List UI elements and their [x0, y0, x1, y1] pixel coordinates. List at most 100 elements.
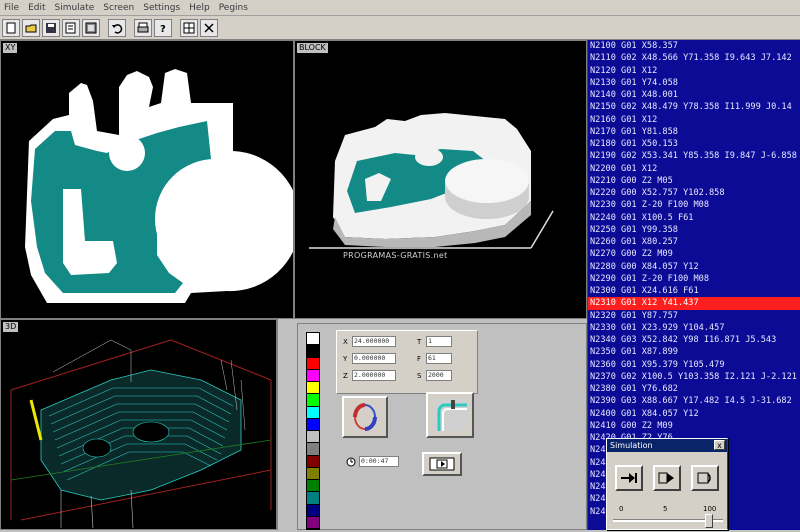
nc-line[interactable]: N2140 G01 X48.001: [588, 89, 800, 101]
step-icon: [621, 473, 637, 483]
part-block-3d-drawing: [309, 113, 554, 249]
color-swatch[interactable]: [307, 406, 319, 419]
time-field: 0:00:47: [359, 456, 399, 467]
nc-line[interactable]: N2320 G01 Y87.757: [588, 310, 800, 322]
nc-line[interactable]: N2290 G01 Z-20 F100 M08: [588, 273, 800, 285]
nc-line[interactable]: N2200 G01 X12: [588, 163, 800, 175]
t-value-field: 1: [426, 336, 452, 347]
nc-line[interactable]: N2190 G02 X53.341 Y85.358 I9.847 J-6.858: [588, 150, 800, 162]
menu-edit[interactable]: Edit: [28, 3, 45, 13]
nc-line[interactable]: N2330 G01 X23.929 Y104.457: [588, 322, 800, 334]
nc-line[interactable]: N2170 G01 Y81.858: [588, 126, 800, 138]
color-swatch[interactable]: [307, 443, 319, 456]
view-2d-title: XY: [3, 43, 18, 53]
nc-line[interactable]: N2150 G02 X48.479 Y78.358 I11.999 J0.14: [588, 101, 800, 113]
nc-line[interactable]: N2340 G03 X52.842 Y98 I16.871 J5.543: [588, 334, 800, 346]
nc-line[interactable]: N2350 G01 X87.899: [588, 346, 800, 358]
nc-line[interactable]: N2270 G00 Z2 M09: [588, 248, 800, 260]
toolpath-3d-drawing: [10, 339, 272, 529]
nc-line[interactable]: N2300 G01 X24.616 F61: [588, 285, 800, 297]
new-icon[interactable]: [2, 18, 20, 37]
menu-simulate[interactable]: Simulate: [55, 3, 95, 13]
f-label: F: [417, 354, 422, 363]
nc-line[interactable]: N2230 G01 Z-20 F100 M08: [588, 199, 800, 211]
menu-screen[interactable]: Screen: [103, 3, 134, 13]
help-icon[interactable]: ?: [154, 18, 172, 37]
nc-line[interactable]: N2390 G03 X88.667 Y17.482 I4.5 J-31.682: [588, 395, 800, 407]
s-label: S: [417, 371, 422, 380]
simulation-window: Simulation x 0 5 100: [606, 438, 728, 530]
simulation-close-button[interactable]: x: [714, 440, 725, 450]
save-icon[interactable]: [42, 18, 60, 37]
color-swatch[interactable]: [307, 480, 319, 493]
nc-line[interactable]: N2250 G01 Y99.358: [588, 224, 800, 236]
nc-line-current[interactable]: N2310 G01 X12 Y41.437: [588, 297, 800, 310]
y-label: Y: [343, 354, 348, 363]
color-swatch[interactable]: [307, 516, 319, 529]
nc-line[interactable]: N2410 G00 Z2 M09: [588, 420, 800, 432]
nc-line[interactable]: N2360 G01 X95.379 Y105.479: [588, 359, 800, 371]
coordinates-box: X 24.000000 Y 0.000000 Z 2.000000 T 1 F …: [336, 330, 478, 394]
color-swatch[interactable]: [307, 504, 319, 517]
rotate-view-button[interactable]: [342, 396, 388, 438]
z-value-field: 2.000000: [352, 370, 396, 381]
color-swatch[interactable]: [307, 357, 319, 370]
tool-path-icon: [433, 399, 467, 431]
nc-line[interactable]: N2380 G01 Y76.682: [588, 383, 800, 395]
nc-line[interactable]: N2220 G00 X52.757 Y102.858: [588, 187, 800, 199]
nc-line[interactable]: N2160 G01 X12: [588, 114, 800, 126]
open-icon[interactable]: [22, 18, 40, 37]
t-label: T: [417, 337, 422, 346]
menu-pegins[interactable]: Pegins: [219, 3, 248, 13]
start-simulation-button[interactable]: [422, 452, 462, 476]
print-preview-icon[interactable]: [62, 18, 80, 37]
settings-icon[interactable]: [82, 18, 100, 37]
tool-view-button[interactable]: [426, 392, 474, 438]
view-3d-title: 3D: [3, 322, 19, 332]
clock-icon: [346, 457, 356, 466]
part-2d-drawing: [25, 69, 301, 303]
grid-icon[interactable]: [180, 18, 198, 37]
print-icon[interactable]: [134, 18, 152, 37]
nc-line[interactable]: N2110 G02 X48.566 Y71.358 I9.643 J7.142: [588, 52, 800, 64]
menu-help[interactable]: Help: [189, 3, 210, 13]
stop-button[interactable]: [691, 465, 719, 491]
undo-icon[interactable]: [108, 18, 126, 37]
step-button[interactable]: [615, 465, 643, 491]
view-block-panel[interactable]: BLOCK PROGRAMAS-GRATIS.net: [294, 40, 587, 319]
view-2d-panel[interactable]: XY: [0, 40, 301, 319]
nc-line[interactable]: N2120 G01 X12: [588, 65, 800, 77]
nc-line[interactable]: N2400 G01 X84.057 Y12: [588, 408, 800, 420]
simulation-title: Simulation x: [607, 439, 727, 452]
nc-line[interactable]: N2180 G01 X50.153: [588, 138, 800, 150]
color-swatch[interactable]: [307, 431, 319, 444]
nc-line[interactable]: N2130 G01 Y74.058: [588, 77, 800, 89]
color-swatch[interactable]: [307, 382, 319, 395]
color-swatch[interactable]: [307, 333, 319, 346]
color-swatch[interactable]: [307, 369, 319, 382]
color-swatch[interactable]: [307, 455, 319, 468]
toolbar: ?: [0, 16, 800, 40]
splitter[interactable]: [277, 319, 297, 530]
nc-line[interactable]: N2100 G01 X58.357: [588, 40, 800, 52]
view-3d-panel[interactable]: 3D: [0, 319, 277, 530]
color-swatch[interactable]: [307, 467, 319, 480]
color-swatch[interactable]: [307, 492, 319, 505]
color-swatch[interactable]: [307, 394, 319, 407]
color-swatch[interactable]: [307, 345, 319, 358]
nc-line[interactable]: N2370 G02 X100.5 Y103.358 I2.121 J-2.121: [588, 371, 800, 383]
speed-slider-thumb[interactable]: [705, 514, 713, 528]
nc-line[interactable]: N2210 G00 Z2 M05: [588, 175, 800, 187]
time-row: 0:00:47: [346, 456, 399, 467]
close-icon[interactable]: [200, 18, 218, 37]
nc-line[interactable]: N2240 G01 X100.5 F61: [588, 212, 800, 224]
nc-line[interactable]: N2280 G00 X84.057 Y12: [588, 261, 800, 273]
menu-settings[interactable]: Settings: [143, 3, 180, 13]
z-label: Z: [343, 371, 348, 380]
color-swatch[interactable]: [307, 418, 319, 431]
menu-file[interactable]: File: [4, 3, 19, 13]
nc-line[interactable]: N2260 G01 X80.257: [588, 236, 800, 248]
simulation-title-text: Simulation: [610, 441, 653, 450]
run-button[interactable]: [653, 465, 681, 491]
slider-tick-min: 0: [619, 505, 624, 513]
